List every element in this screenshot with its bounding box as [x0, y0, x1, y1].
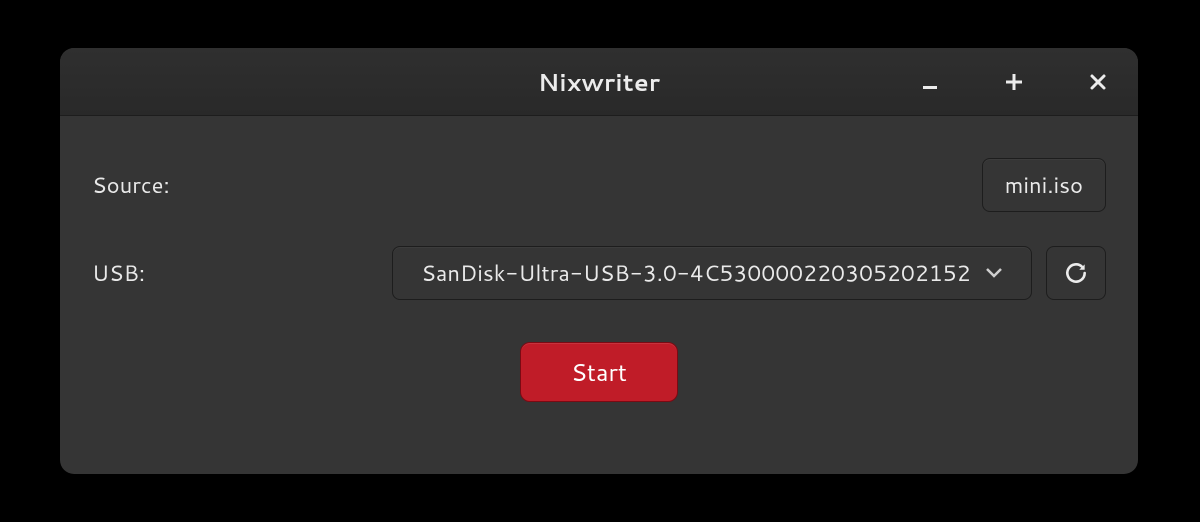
refresh-icon [1063, 260, 1089, 286]
usb-row: USB: SanDisk-Ultra-USB-3.0-4C53000022030… [92, 244, 1106, 302]
source-row: Source: mini.iso [92, 156, 1106, 214]
minimize-icon [921, 73, 939, 91]
usb-selected-value: SanDisk-Ultra-USB-3.0-4C5300002203052021… [421, 258, 970, 289]
close-icon [1089, 73, 1107, 91]
plus-icon [1004, 72, 1024, 92]
source-label: Source: [92, 170, 392, 201]
chevron-down-icon [985, 267, 1003, 279]
refresh-button[interactable] [1046, 246, 1106, 300]
app-window: Nixwriter Source: mini.iso USB: SanDisk-… [60, 48, 1138, 474]
usb-device-select[interactable]: SanDisk-Ultra-USB-3.0-4C5300002203052021… [392, 246, 1032, 300]
source-file-button[interactable]: mini.iso [982, 158, 1106, 212]
close-button[interactable] [1078, 62, 1118, 102]
minimize-button[interactable] [910, 62, 950, 102]
start-button[interactable]: Start [520, 342, 678, 402]
titlebar[interactable]: Nixwriter [60, 48, 1138, 116]
window-title: Nixwriter [538, 65, 660, 99]
usb-label: USB: [92, 258, 392, 289]
start-row: Start [92, 342, 1106, 402]
content-area: Source: mini.iso USB: SanDisk-Ultra-USB-… [60, 116, 1138, 426]
maximize-button[interactable] [994, 62, 1034, 102]
window-controls [910, 48, 1118, 115]
